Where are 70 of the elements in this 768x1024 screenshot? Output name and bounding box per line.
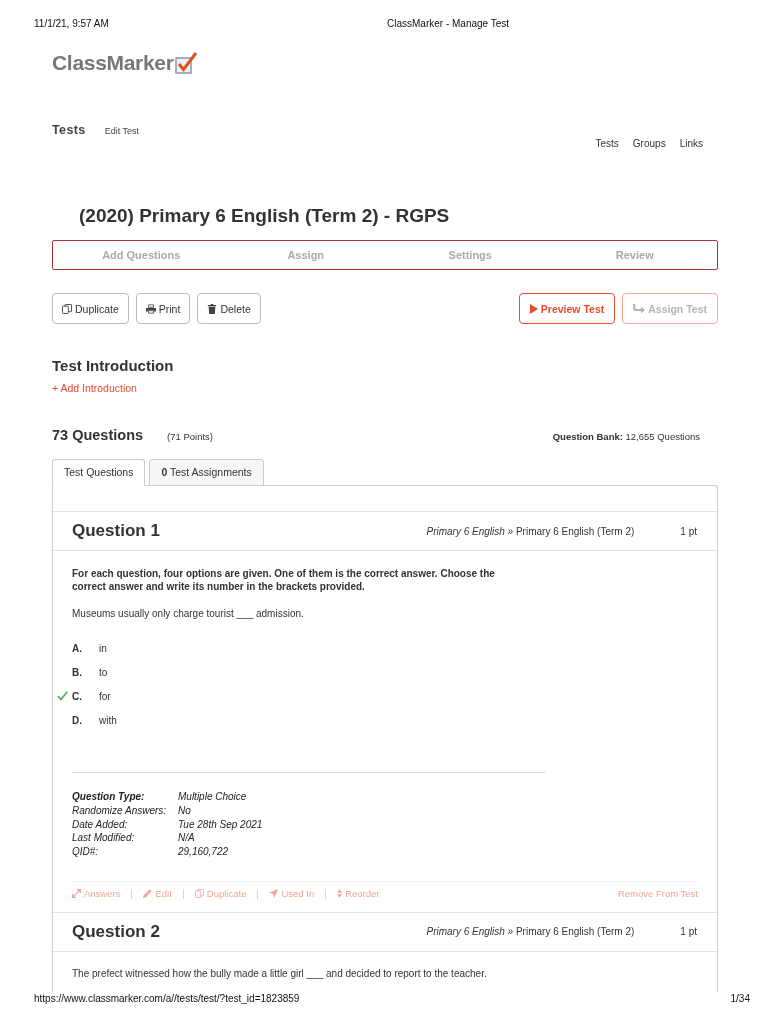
nav-link[interactable]: Tests <box>595 137 619 151</box>
pencil-icon <box>143 889 153 899</box>
delete-button[interactable]: Delete <box>197 293 261 324</box>
meta-value: Multiple Choice <box>178 790 248 804</box>
meta-value: 29,160,722 <box>178 845 230 859</box>
question-title: Question 1 <box>72 521 160 541</box>
page-url: https://www.classmarker.com/a//tests/test/?test_id=1823859 <box>34 992 300 1006</box>
remove-from-test-link[interactable]: Remove From Test <box>617 887 698 901</box>
question-points: 1 pt <box>680 926 697 938</box>
question-points: 1 pt <box>680 525 697 537</box>
step-tab[interactable]: Assign <box>223 241 388 269</box>
test-title: (2020) Primary 6 English (Term 2) - RGPS <box>79 204 450 228</box>
question-count: 73 Questions <box>52 426 144 444</box>
printer-icon <box>145 303 156 314</box>
section-heading: Test Introduction <box>52 357 174 375</box>
option-text: for <box>99 690 111 702</box>
question-text: The prefect witnessed how the bully made a little girl ___ and decided to report to the teacher. <box>71 967 488 981</box>
section-title: Tests <box>52 122 86 138</box>
tab[interactable]: 0 Test Assignments <box>149 459 264 486</box>
logo-wordmark: ClassMarker <box>52 50 174 76</box>
meta-value: N/A <box>178 831 196 846</box>
option-letter: A. <box>72 642 83 654</box>
nav-link[interactable]: Links <box>679 137 703 151</box>
question-action-link[interactable]: Edit <box>131 889 183 899</box>
step-tab[interactable]: Add Questions <box>59 241 224 269</box>
checkbox-logo-icon <box>174 52 197 74</box>
meta-label: Question Type: <box>72 790 146 804</box>
option-text: with <box>99 714 117 726</box>
location-arrow-icon <box>269 889 279 899</box>
question-category: Primary 6 English » Primary 6 English (Term 2) <box>426 525 635 537</box>
print-date: 11/1/21, 9:57 AM <box>34 17 109 31</box>
print-page-title: ClassMarker - Manage Test <box>387 17 510 31</box>
breadcrumb-link[interactable]: Edit Test <box>104 126 140 136</box>
copy-icon <box>194 889 204 899</box>
question-title: Question 2 <box>72 922 160 942</box>
nav-link[interactable]: Groups <box>632 137 666 151</box>
tab[interactable]: Test Questions <box>52 459 146 486</box>
meta-label: Last Modified: <box>72 831 136 846</box>
meta-value: No <box>178 803 192 818</box>
question-action-link[interactable]: Reorder <box>325 889 391 899</box>
page-number: 1/34 <box>730 992 750 1006</box>
question-instructions: For each question, four options are given. One of them is the correct answer. Choose the correct answer and write its number in the brackets provided. <box>72 567 496 593</box>
question-category: Primary 6 English » Primary 6 English (Term 2) <box>426 926 635 938</box>
meta-value: Tue 28th Sep 2021 <box>178 817 263 832</box>
preview-button[interactable]: Preview Test <box>518 293 616 324</box>
play-icon <box>529 303 538 314</box>
option-text: in <box>99 642 107 654</box>
option-letter: D. <box>72 714 83 726</box>
points-total: (71 Points) <box>167 431 213 442</box>
question-action-link[interactable]: Used In <box>257 889 326 899</box>
add-introduction-link[interactable]: + Add Introduction <box>52 381 137 395</box>
duplicate-button[interactable]: Duplicate <box>52 293 129 324</box>
question-action-link[interactable]: Answers <box>72 889 132 899</box>
question-action-link[interactable]: Duplicate <box>182 889 258 899</box>
expand-icon <box>72 889 81 899</box>
option-text: to <box>99 666 108 678</box>
copy-icon <box>62 303 72 314</box>
meta-label: Randomize Answers: <box>72 803 168 818</box>
print-button[interactable]: Print <box>135 293 191 324</box>
step-tab[interactable]: Settings <box>388 241 553 269</box>
step-tab[interactable]: Review <box>552 241 717 269</box>
meta-label: QID#: <box>72 845 100 859</box>
question-text: Museums usually only charge tourist ___ admission. <box>72 607 304 621</box>
option-letter: C. <box>72 690 83 702</box>
question-bank-count: Question Bank: 12,655 Questions <box>552 431 700 442</box>
meta-label: Date Added: <box>72 817 129 832</box>
sort-icon <box>337 889 343 899</box>
curved-arrow-icon <box>633 303 646 314</box>
trash-icon <box>207 303 218 314</box>
option-letter: B. <box>72 666 83 678</box>
